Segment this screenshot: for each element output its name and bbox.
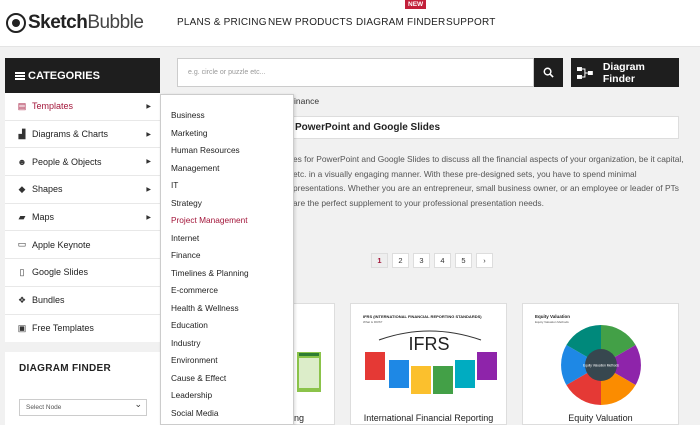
- thumb-center-label: Equity Valuation Methods: [583, 364, 619, 368]
- page-4-button[interactable]: 4: [434, 253, 451, 268]
- nav-new-products[interactable]: NEW PRODUCTS: [268, 17, 353, 28]
- new-badge: NEW: [405, 0, 427, 9]
- card-thumbnail[interactable]: Equity Valuation Equity Valuation Method…: [531, 310, 670, 410]
- sidebar-item-label: Shapes: [32, 184, 63, 195]
- template-icon: ▤: [17, 100, 27, 111]
- page-title: PowerPoint and Google Slides: [295, 122, 441, 133]
- page-description: es for PowerPoint and Google Slides to d…: [293, 154, 684, 209]
- diagram-finder-button-label: Diagram Finder: [602, 60, 645, 85]
- sidebar-item-maps[interactable]: ▰ Maps ▶: [5, 204, 160, 232]
- card-title[interactable]: Equity Valuation: [523, 413, 678, 423]
- logo-text: SketchBubble: [28, 12, 144, 33]
- people-icon: ☻: [17, 156, 27, 167]
- sidebar-item-label: People & Objects: [32, 156, 102, 167]
- sidebar-item-bundles[interactable]: ❖ Bundles: [5, 287, 160, 315]
- thumb-word: IFRS: [408, 334, 449, 354]
- product-card[interactable]: IFRS (INTERNATIONAL FINANCIAL REPORTING …: [350, 303, 507, 425]
- nav-support[interactable]: SUPPORT: [446, 17, 496, 28]
- submenu-item-health-wellness[interactable]: Health & Wellness: [171, 303, 239, 313]
- pagination: 1 2 3 4 5 ›: [371, 253, 497, 268]
- equity-thumbnail-graphic: Equity Valuation Equity Valuation Method…: [535, 314, 641, 405]
- search-input[interactable]: e.g. circle or puzzle etc...: [177, 58, 534, 87]
- sidebar-item-label: Google Slides: [32, 267, 89, 278]
- sidebar-item-label: Templates: [32, 101, 74, 112]
- thumb-heading: IFRS (INTERNATIONAL FINANCIAL REPORTING …: [363, 314, 482, 319]
- thumb-subheading: Equity Valuation Methods: [535, 320, 569, 324]
- sidebar-item-templates[interactable]: ▤ Templates ▶: [5, 93, 160, 121]
- categories-title: CATEGORIES: [28, 69, 100, 82]
- chart-icon: ▟: [18, 128, 26, 139]
- card-title[interactable]: International Financial Reporting: [351, 413, 506, 423]
- submenu-item-strategy[interactable]: Strategy: [171, 198, 202, 208]
- submenu-item-e-commerce[interactable]: E-commerce: [171, 285, 218, 295]
- submenu-item-leadership[interactable]: Leadership: [171, 390, 212, 400]
- sidebar-item-shapes[interactable]: ◆ Shapes ▶: [5, 176, 160, 204]
- breadcrumb[interactable]: inance: [294, 96, 319, 106]
- search-icon: [543, 67, 554, 78]
- submenu-item-marketing[interactable]: Marketing: [171, 128, 207, 138]
- page-5-button[interactable]: 5: [455, 253, 472, 268]
- page-2-button[interactable]: 2: [392, 253, 409, 268]
- page-3-button[interactable]: 3: [413, 253, 430, 268]
- submenu-item-industry[interactable]: Industry: [171, 338, 201, 348]
- sidebar-item-label: Free Templates: [32, 323, 94, 334]
- templates-submenu: Business Marketing Human Resources Manag…: [160, 94, 294, 425]
- bundle-icon: ❖: [17, 294, 27, 305]
- submenu-item-cause-effect[interactable]: Cause & Effect: [171, 373, 226, 383]
- cube-icon: ◆: [18, 183, 26, 194]
- thumb-subheading: What is IFRS?: [363, 320, 383, 324]
- logo-icon: [6, 13, 26, 33]
- map-icon: ▰: [18, 211, 26, 222]
- submenu-item-business[interactable]: Business: [171, 110, 205, 120]
- sidebar-item-apple-keynote[interactable]: ▭ Apple Keynote: [5, 231, 160, 260]
- chevron-right-icon: ▶: [146, 186, 151, 193]
- sidebar-item-free-templates[interactable]: ▣ Free Templates: [5, 315, 160, 343]
- submenu-item-education[interactable]: Education: [171, 320, 208, 330]
- document-icon: ▯: [19, 266, 25, 277]
- categories-header[interactable]: CATEGORIES: [5, 58, 160, 93]
- chevron-right-icon: ▶: [146, 131, 151, 138]
- diagram-finder-title: DIAGRAM FINDER: [19, 363, 111, 374]
- product-card[interactable]: Equity Valuation Equity Valuation Method…: [522, 303, 679, 425]
- sidebar-item-label: Apple Keynote: [32, 239, 91, 250]
- monitor-icon: ▭: [17, 239, 27, 250]
- chevron-right-icon: ▶: [146, 159, 151, 166]
- submenu-item-internet[interactable]: Internet: [171, 233, 199, 243]
- card-thumbnail[interactable]: IFRS (INTERNATIONAL FINANCIAL REPORTING …: [359, 310, 498, 410]
- nav-diagram-finder[interactable]: DIAGRAM FINDER: [356, 17, 445, 28]
- next-page-button[interactable]: ›: [476, 253, 493, 268]
- top-bar: SketchBubble PLANS & PRICING NEW PRODUCT…: [0, 0, 700, 47]
- gift-icon: ▣: [17, 322, 27, 333]
- ifrs-thumbnail-graphic: IFRS (INTERNATIONAL FINANCIAL REPORTING …: [363, 314, 497, 394]
- menu-icon: [15, 71, 25, 80]
- sidebar-item-label: Bundles: [32, 295, 65, 306]
- sidebar-item-diagrams-charts[interactable]: ▟ Diagrams & Charts ▶: [5, 121, 160, 149]
- submenu-item-it[interactable]: IT: [171, 180, 178, 190]
- submenu-item-finance[interactable]: Finance: [171, 250, 201, 260]
- submenu-item-social-media[interactable]: Social Media: [171, 408, 219, 418]
- thumb-heading: Equity Valuation: [535, 314, 570, 319]
- sidebar-item-google-slides[interactable]: ▯ Google Slides: [5, 259, 160, 287]
- category-list: ▤ Templates ▶ ▟ Diagrams & Charts ▶ ☻ Pe…: [5, 93, 160, 343]
- chevron-right-icon: ▶: [146, 103, 151, 110]
- node-select[interactable]: Select Node: [19, 397, 147, 416]
- diagram-finder-button[interactable]: Diagram Finder: [571, 58, 679, 87]
- flowchart-icon: [577, 66, 593, 79]
- submenu-item-human-resources[interactable]: Human Resources: [171, 145, 240, 155]
- chevron-right-icon: ▶: [146, 214, 151, 221]
- submenu-item-environment[interactable]: Environment: [171, 355, 218, 365]
- logo[interactable]: SketchBubble: [6, 11, 144, 35]
- submenu-item-timelines-planning[interactable]: Timelines & Planning: [171, 268, 249, 278]
- submenu-item-management[interactable]: Management: [171, 163, 219, 173]
- sidebar-item-label: Maps: [32, 212, 55, 223]
- search-button[interactable]: [534, 58, 563, 87]
- diagram-finder-panel: DIAGRAM FINDER Select Node: [5, 352, 160, 425]
- submenu-item-project-management[interactable]: Project Management: [171, 215, 248, 225]
- nav-plans-pricing[interactable]: PLANS & PRICING: [177, 17, 267, 28]
- sidebar-item-label: Diagrams & Charts: [32, 129, 109, 140]
- sidebar-item-people-objects[interactable]: ☻ People & Objects ▶: [5, 148, 160, 177]
- page-1-button[interactable]: 1: [371, 253, 388, 268]
